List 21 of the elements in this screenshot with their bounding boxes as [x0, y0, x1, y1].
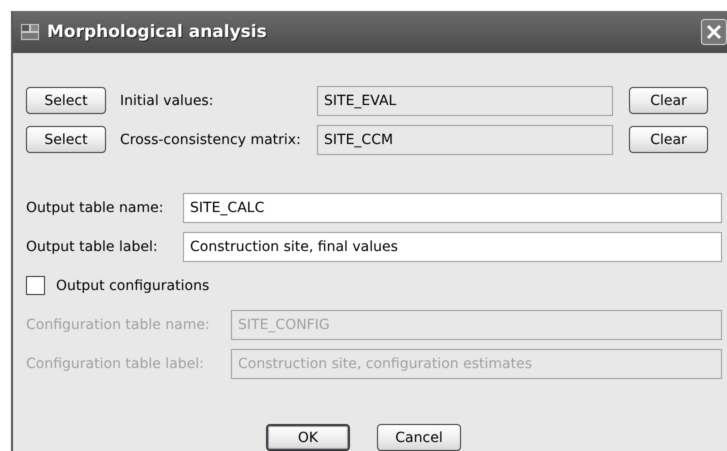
select-button[interactable]: Select: [26, 126, 106, 153]
window-title: Morphological analysis: [47, 22, 267, 42]
field-label: Output table label:: [26, 238, 159, 254]
text-field[interactable]: SITE_CALC: [183, 192, 722, 222]
dialog-button[interactable]: Cancel: [377, 424, 461, 451]
clear-button[interactable]: Clear: [629, 126, 708, 153]
field-label: Initial values:: [120, 92, 214, 108]
select-button[interactable]: Select: [26, 87, 106, 114]
value-field[interactable]: SITE_EVAL: [317, 86, 613, 116]
value-field[interactable]: SITE_CCM: [317, 124, 613, 154]
clear-button[interactable]: Clear: [629, 87, 708, 114]
text-field[interactable]: Construction site, final values: [183, 232, 722, 262]
field-label: Output table name:: [26, 200, 164, 216]
field-label: Configuration table name:: [26, 316, 211, 332]
checkbox[interactable]: [26, 276, 45, 295]
close-icon[interactable]: [701, 19, 727, 45]
dialog-button[interactable]: OK: [266, 424, 350, 451]
checkbox-label: Output configurations: [56, 278, 210, 294]
window-icon: [21, 24, 39, 40]
field-label: Cross-consistency matrix:: [120, 132, 302, 148]
field-label: Configuration table label:: [26, 356, 205, 372]
